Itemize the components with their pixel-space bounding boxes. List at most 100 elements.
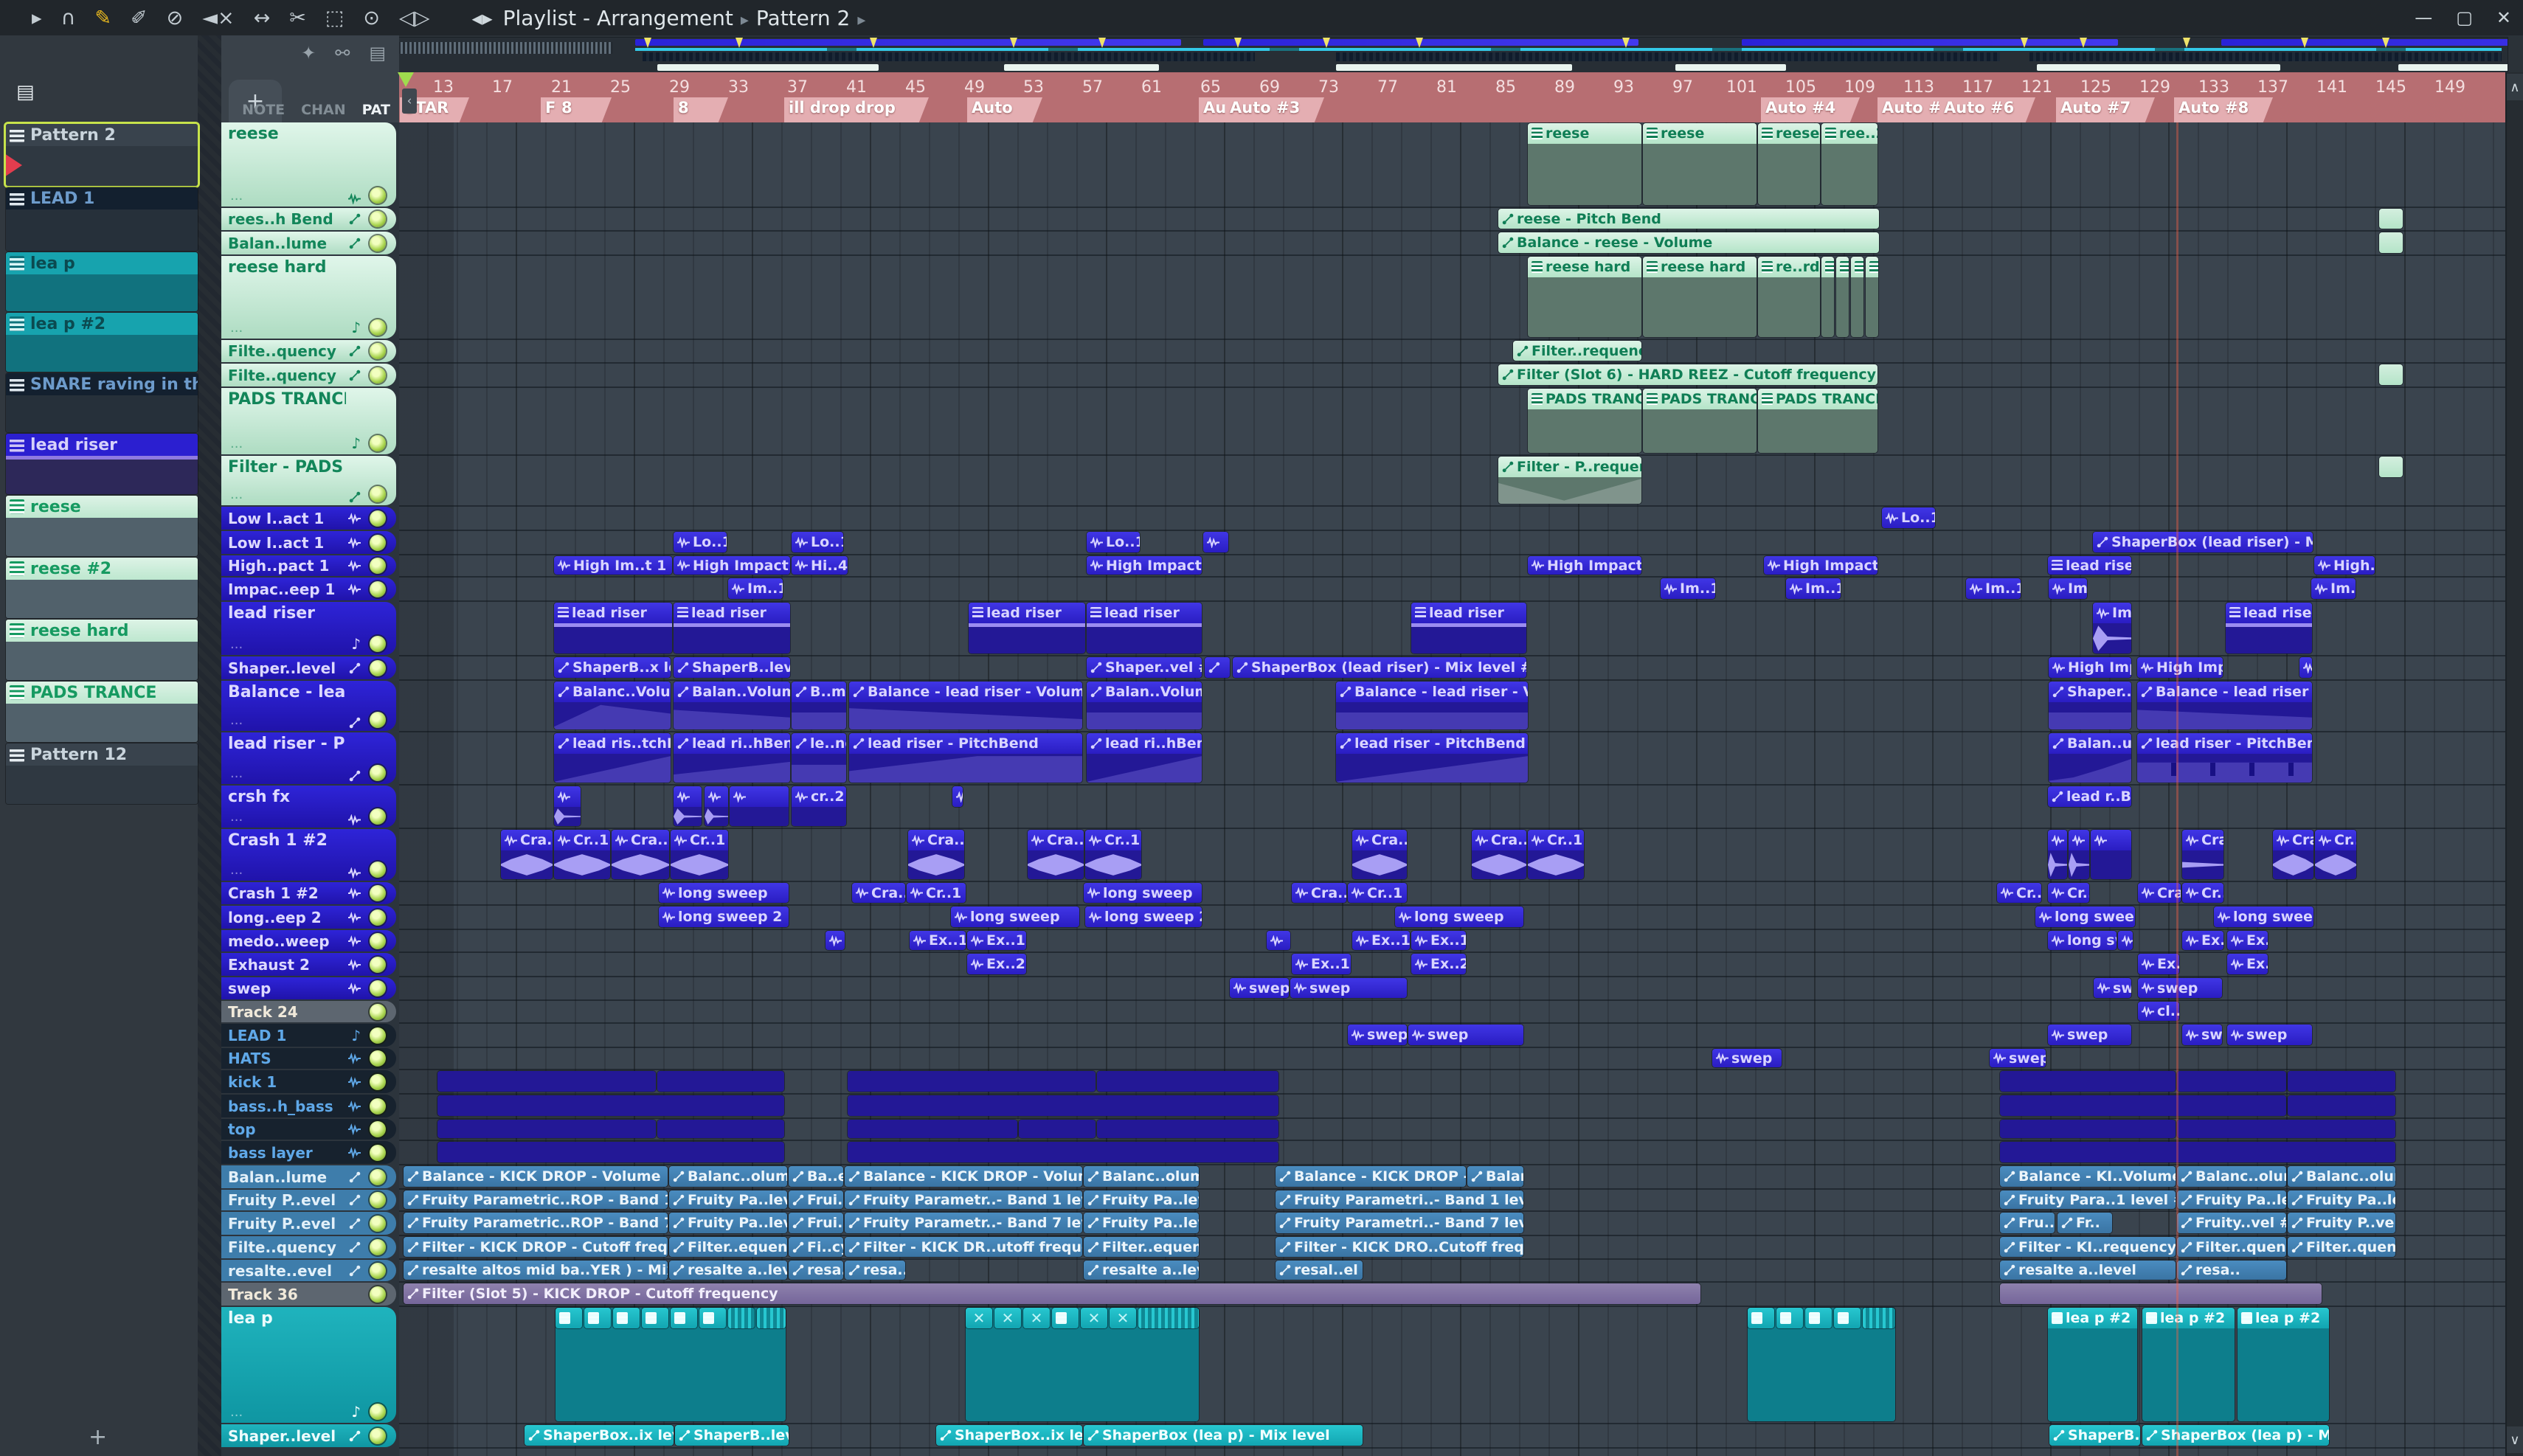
automation-clip[interactable]: Filter..requency: [1513, 341, 1641, 361]
automation-clip[interactable]: Balanc..olume: [669, 1166, 787, 1187]
pattern-clip[interactable]: reese hard: [1528, 257, 1641, 337]
audio-clip[interactable]: Im..1: [1966, 578, 2021, 599]
draw-pencil-icon[interactable]: ✎: [94, 7, 111, 30]
automation-clip[interactable]: Fruity Parametr..- Band 7 level: [845, 1213, 1082, 1233]
playlist-track-lane-37[interactable]: ShaperBox..ix level ShaperB..level ShaperB…: [399, 1424, 2507, 1449]
track-mute-led[interactable]: [370, 765, 386, 781]
automation-clip[interactable]: Filter (Slot 5) - KICK DROP - Cutoff fre…: [404, 1283, 1700, 1304]
timeline-marker-auto[interactable]: Auto: [967, 97, 1042, 124]
clip-body-block[interactable]: [2288, 1095, 2395, 1116]
track-mute-led[interactable]: [370, 1027, 386, 1044]
track-header-19[interactable]: long..eep 2: [221, 906, 396, 929]
audio-clip[interactable]: Ex..1: [967, 931, 1026, 950]
track-mute-led[interactable]: [370, 580, 386, 597]
automation-clip[interactable]: Filter - KICK DROP - Cutoff frequency: [404, 1237, 668, 1257]
pattern-item-lead-1[interactable]: LEAD 1: [6, 187, 198, 251]
audio-clip[interactable]: Im..1: [728, 578, 783, 599]
audio-clip[interactable]: Cr..1: [907, 883, 966, 903]
audio-clip[interactable]: [554, 786, 581, 826]
track-header-29[interactable]: bass layer: [221, 1141, 396, 1164]
playlist-track-lane-20[interactable]: Ex..1 Ex..1 Ex..1 Ex..1 long swee Ex..1 Ex..1: [399, 930, 2507, 953]
track-header-22[interactable]: swep: [221, 977, 396, 999]
audio-clip[interactable]: Ex..2: [967, 954, 1026, 974]
track-mute-led[interactable]: [370, 1073, 386, 1090]
playlist-track-lane-24[interactable]: swep swep swep swep swep: [399, 1024, 2507, 1048]
audio-clip[interactable]: Lo..1: [1882, 507, 1935, 528]
automation-clip[interactable]: Fruity..vel #2: [2177, 1213, 2286, 1233]
timeline-marker-8[interactable]: 8: [557, 97, 612, 124]
track-header-5[interactable]: Filte..quency: [221, 364, 396, 386]
audio-clip[interactable]: cl..fx: [2138, 1002, 2179, 1021]
pattern-clip[interactable]: [1836, 257, 1849, 337]
clip-body-block[interactable]: [1097, 1120, 1278, 1138]
automation-clip[interactable]: Fruity Pa..level: [2288, 1190, 2395, 1209]
audio-clip[interactable]: long sweep: [659, 883, 789, 903]
slice-icon[interactable]: ✂: [289, 7, 306, 30]
pattern-clip[interactable]: reese: [1528, 123, 1641, 205]
audio-clip[interactable]: [1138, 1308, 1199, 1328]
audio-clip[interactable]: long sweep: [2214, 906, 2313, 927]
pattern-item-pattern-2[interactable]: Pattern 2: [6, 124, 198, 186]
audio-clip[interactable]: [1748, 1308, 1774, 1328]
vertical-scrollbar[interactable]: ∧ ∨: [2505, 72, 2523, 1456]
audio-clip[interactable]: long sweep: [951, 906, 1079, 927]
clip-body-block[interactable]: [848, 1120, 1017, 1138]
track-header-10[interactable]: High..pact 1: [221, 555, 396, 576]
automation-clip[interactable]: reese - Pitch Bend: [1498, 209, 1879, 229]
pattern-item-pads-trance[interactable]: PADS TRANCE: [6, 682, 198, 742]
pattern-clip[interactable]: lead riser: [554, 603, 672, 654]
track-mute-led[interactable]: [370, 636, 386, 652]
track-mute-led[interactable]: [370, 659, 386, 676]
audio-clip[interactable]: Ex..1: [1411, 931, 1466, 950]
piano-roll-icon[interactable]: ▤: [16, 81, 35, 103]
mute-icon[interactable]: ◄×: [202, 7, 234, 30]
audio-clip[interactable]: swep: [1230, 978, 1289, 998]
track-header-12[interactable]: lead riser... ♪: [221, 602, 396, 655]
audio-clip[interactable]: High Impact 1: [1764, 556, 1877, 575]
automation-clip[interactable]: ShaperB..level: [675, 1425, 789, 1446]
track-header-33[interactable]: Filte..quency: [221, 1236, 396, 1258]
clip-body-block[interactable]: [2000, 1095, 2286, 1116]
automation-clip[interactable]: lead riser - PitchBend #2: [2137, 733, 2312, 783]
clip-body-block[interactable]: [2288, 1071, 2395, 1092]
track-header-30[interactable]: Balan..lume: [221, 1165, 396, 1188]
playlist-track-lane-19[interactable]: long sweep 2 long sweep long sweep 2 long s…: [399, 906, 2507, 930]
automation-clip[interactable]: ShaperBox..ix level: [936, 1425, 1082, 1446]
playlist-track-lane-7[interactable]: Filter - P..requency: [399, 456, 2507, 507]
collapse-panel-button[interactable]: ‹: [402, 89, 417, 114]
automation-clip[interactable]: Balanc..olume: [1467, 1166, 1523, 1187]
automation-clip[interactable]: Balance - KICK DROP - Volume: [404, 1166, 668, 1187]
pattern-clip[interactable]: lea p #2: [2048, 1308, 2137, 1421]
track-options[interactable]: ...: [230, 487, 243, 502]
clip-body-block[interactable]: [2000, 1071, 2176, 1092]
automation-clip[interactable]: Fruity Pa..level: [1084, 1213, 1199, 1233]
automation-clip[interactable]: Filter..equency: [669, 1237, 787, 1257]
audio-clip[interactable]: [556, 1308, 582, 1328]
select-icon[interactable]: ⬚: [325, 7, 345, 30]
playlist-track-lane-35[interactable]: Filter (Slot 5) - KICK DROP - Cutoff fre…: [399, 1283, 2507, 1307]
playlist-track-lane-4[interactable]: Filter..requency: [399, 340, 2507, 364]
audio-clip[interactable]: [2091, 830, 2131, 879]
pattern-clip[interactable]: lead riser: [969, 603, 1085, 654]
track-header-32[interactable]: Fruity P..evel: [221, 1212, 396, 1235]
automation-clip[interactable]: ShaperB..x level: [554, 657, 671, 678]
audio-clip[interactable]: [730, 786, 789, 826]
automation-clip[interactable]: Ba..e: [789, 1166, 843, 1187]
clip-body-block[interactable]: [437, 1120, 656, 1138]
track-mute-led[interactable]: [370, 319, 386, 336]
pattern-item-reese-hard[interactable]: reese hard: [6, 620, 198, 680]
track-mute-led[interactable]: [370, 1404, 386, 1420]
audio-clip[interactable]: Cra..2: [501, 830, 553, 879]
playlist-track-lane-25[interactable]: swep swep: [399, 1048, 2507, 1070]
track-mute-led[interactable]: [370, 1286, 386, 1303]
track-mute-led[interactable]: [370, 885, 386, 901]
track-mute-led[interactable]: [370, 956, 386, 973]
audio-clip[interactable]: [642, 1308, 668, 1328]
clip-body-block[interactable]: [2177, 1120, 2395, 1138]
automation-clip[interactable]: Balanc..olume: [2177, 1166, 2286, 1187]
audio-clip[interactable]: long sweep: [1084, 883, 1202, 903]
audio-clip[interactable]: [826, 931, 845, 950]
track-options[interactable]: ...: [230, 809, 243, 825]
audio-clip[interactable]: Im..1: [2311, 578, 2356, 599]
automation-clip[interactable]: Balance - lead riser - Volume: [849, 682, 1082, 729]
